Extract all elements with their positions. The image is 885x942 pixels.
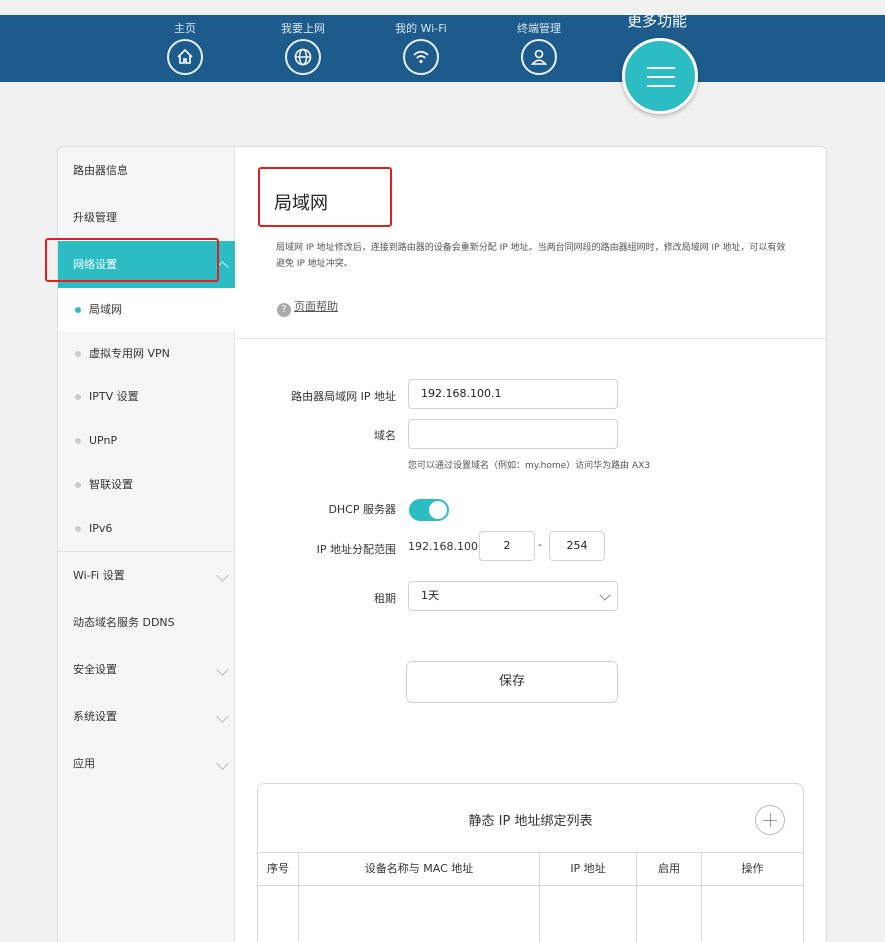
nav-home[interactable]: 主页 <box>145 21 225 75</box>
sidebar-item-system[interactable]: 系统设置 <box>58 693 235 740</box>
domain-label: 域名 <box>374 429 396 442</box>
bullet-icon <box>75 351 81 357</box>
sidebar-item-router-info[interactable]: 路由器信息 <box>58 147 235 194</box>
bullet-icon <box>75 394 81 400</box>
column-header-actions: 操作 <box>741 862 764 875</box>
domain-hint: 您可以通过设置域名（例如：my.home）访问华为路由 AX3 <box>408 461 651 471</box>
column-header-device: 设备名称与 MAC 地址 <box>299 853 540 885</box>
lease-select-value: 1天 <box>421 589 439 602</box>
column-header-ip: IP 地址 <box>540 853 637 885</box>
wifi-icon <box>403 39 439 75</box>
nav-internet[interactable]: 我要上网 <box>263 21 343 75</box>
sidebar-subitem-ipv6[interactable]: IPv6 <box>58 507 235 550</box>
column-divider <box>701 886 702 942</box>
sidebar-subitem-vpn[interactable]: 虚拟专用网 VPN <box>58 332 235 375</box>
highlight-box-title <box>258 167 392 227</box>
column-divider <box>539 886 540 942</box>
sidebar-item-security[interactable]: 安全设置 <box>58 646 235 693</box>
page-help-link[interactable]: ? 页面帮助 <box>277 298 338 317</box>
home-icon <box>167 39 203 75</box>
nav-wifi-label: 我的 Wi-Fi <box>395 22 447 35</box>
ip-range-separator: - <box>538 538 542 551</box>
nav-devices[interactable]: 终端管理 <box>499 21 579 75</box>
bullet-icon <box>75 526 81 532</box>
sidebar-item-ddns[interactable]: 动态域名服务 DDNS <box>58 599 235 646</box>
ip-range-prefix: 192.168.100. <box>408 540 482 553</box>
hamburger-icon <box>647 67 675 69</box>
more-menu-button[interactable] <box>622 38 698 114</box>
chevron-down-icon <box>216 757 229 770</box>
lan-ip-input[interactable]: 192.168.100.1 <box>408 379 618 409</box>
toggle-knob <box>429 501 447 519</box>
chevron-down-icon <box>599 589 611 601</box>
lease-label: 租期 <box>374 592 396 605</box>
bullet-icon <box>75 482 81 488</box>
dhcp-toggle[interactable] <box>409 499 449 521</box>
sidebar-subitem-label: IPTV 设置 <box>89 390 139 403</box>
chevron-down-icon <box>216 569 229 582</box>
chevron-down-icon <box>216 663 229 676</box>
ip-range-label: IP 地址分配范围 <box>316 543 396 556</box>
sidebar-subitem-lan[interactable]: 局域网 <box>58 288 235 331</box>
sidebar-item-label: 应用 <box>73 757 95 770</box>
top-nav-bar: 主页 我要上网 我的 Wi-Fi 终端管理 <box>0 15 885 82</box>
nav-internet-label: 我要上网 <box>281 22 325 35</box>
static-ip-table-card: 静态 IP 地址绑定列表 序号 设备名称与 MAC 地址 IP 地址 启用 操作 <box>257 783 804 942</box>
help-icon: ? <box>277 303 291 317</box>
page-help-label: 页面帮助 <box>294 300 338 313</box>
sidebar-item-label: 安全设置 <box>73 663 117 676</box>
sidebar-subitem-label: 智联设置 <box>89 478 133 491</box>
sidebar-subitem-iptv[interactable]: IPTV 设置 <box>58 375 235 418</box>
sidebar-subitem-label: 虚拟专用网 VPN <box>89 347 170 360</box>
sidebar-item-label: 路由器信息 <box>73 164 128 177</box>
globe-icon <box>285 39 321 75</box>
ip-range-start-input[interactable]: 2 <box>479 531 535 561</box>
nav-devices-label: 终端管理 <box>517 22 561 35</box>
sidebar-item-label: Wi-Fi 设置 <box>73 569 125 582</box>
dhcp-label: DHCP 服务器 <box>328 503 396 516</box>
highlight-box-network-settings <box>45 238 219 282</box>
static-ip-table-title: 静态 IP 地址绑定列表 <box>468 814 593 829</box>
column-header-enable: 启用 <box>637 853 702 885</box>
sidebar-subitem-label: IPv6 <box>89 522 113 535</box>
main-content: 局域网 局域网 IP 地址修改后，连接到路由器的设备会重新分配 IP 地址。当两… <box>236 147 826 942</box>
sidebar-subitem-label: UPnP <box>89 434 118 447</box>
lan-ip-label: 路由器局域网 IP 地址 <box>291 390 396 403</box>
bullet-icon <box>75 438 81 444</box>
sidebar-subitem-label: 局域网 <box>89 303 122 316</box>
ip-range-end-input[interactable]: 254 <box>549 531 605 561</box>
more-functions-label: 更多功能 <box>627 12 688 30</box>
sidebar-item-upgrade[interactable]: 升级管理 <box>58 194 235 241</box>
user-icon <box>521 39 557 75</box>
bullet-icon <box>75 307 81 313</box>
save-button[interactable]: 保存 <box>406 661 618 703</box>
nav-home-label: 主页 <box>174 22 196 35</box>
sidebar-subitem-upnp[interactable]: UPnP <box>58 419 235 462</box>
column-header-index: 序号 <box>258 853 299 885</box>
sidebar-item-apps[interactable]: 应用 <box>58 740 235 787</box>
page-description: 局域网 IP 地址修改后，连接到路由器的设备会重新分配 IP 地址。当两台同网段… <box>276 243 786 269</box>
section-divider <box>236 338 826 339</box>
chevron-down-icon <box>216 710 229 723</box>
add-binding-button[interactable] <box>755 805 785 835</box>
nav-wifi[interactable]: 我的 Wi-Fi <box>381 21 461 75</box>
column-divider <box>636 886 637 942</box>
domain-input[interactable] <box>408 419 618 449</box>
sidebar-item-label: 系统设置 <box>73 710 117 723</box>
lease-select[interactable]: 1天 <box>408 581 618 611</box>
sidebar-item-label: 升级管理 <box>73 211 117 224</box>
sidebar-item-wifi[interactable]: Wi-Fi 设置 <box>58 552 235 599</box>
sidebar-subitem-smart-link[interactable]: 智联设置 <box>58 463 235 506</box>
table-header: 序号 设备名称与 MAC 地址 IP 地址 启用 操作 <box>258 852 803 886</box>
sidebar-item-label: 动态域名服务 DDNS <box>73 616 175 629</box>
column-divider <box>298 886 299 942</box>
